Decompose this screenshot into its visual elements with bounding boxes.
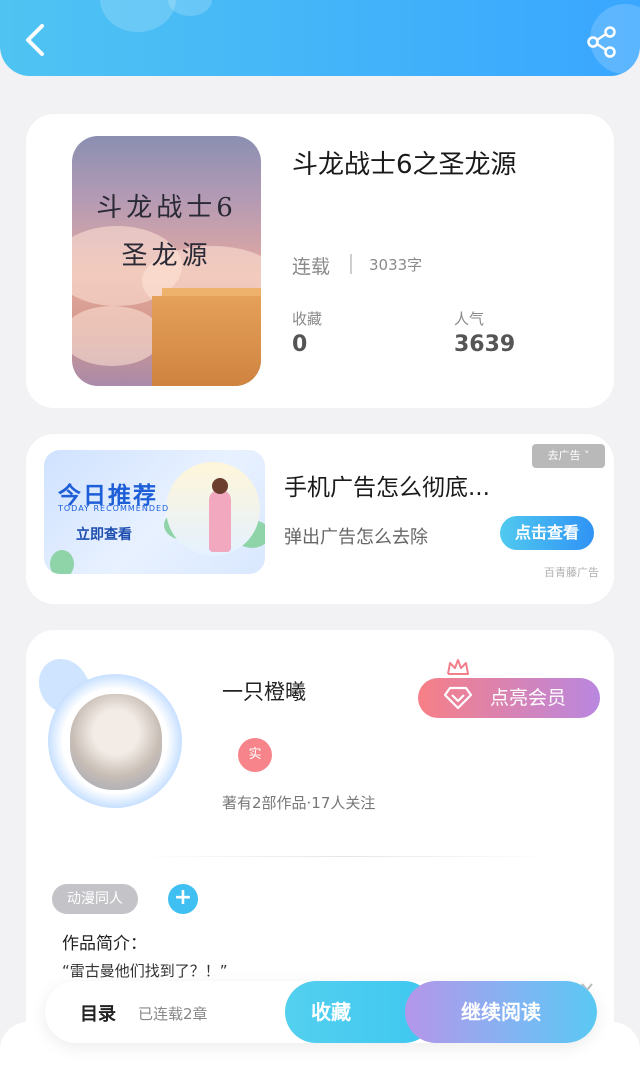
cover-building [152,296,261,386]
ad-leaf [50,550,74,574]
remove-ad-button[interactable]: 去广告 ˅ [532,444,605,468]
favorites-value: 0 [292,332,308,357]
share-icon[interactable] [586,26,618,58]
vip-button-label: 点亮会员 [490,687,567,709]
divider [350,254,352,274]
ad-image[interactable]: 今日推荐 TODAY RECOMMENDED 立即查看 [44,450,265,574]
cover-title-line: 斗龙战士6 [96,193,237,223]
top-bar [0,0,640,76]
ad-image-cta: 立即查看 [76,527,132,543]
divider [136,856,556,857]
avatar[interactable] [29,649,190,810]
diamond-icon [444,686,472,710]
avatar-image [70,694,162,790]
crown-icon [447,659,469,675]
bottom-action-bar: 目录 已连载2章 收藏 继续阅读 [45,981,597,1043]
ad-card[interactable]: 今日推荐 TODAY RECOMMENDED 立即查看 手机广告怎么彻底... … [26,434,614,604]
serial-status: 连载 [292,256,331,278]
author-name[interactable]: 一只橙曦 [222,676,306,706]
verified-badge: 实 [238,738,272,772]
popularity-label: 人气 [454,310,485,328]
category-tag[interactable]: 动漫同人 [52,884,138,914]
ad-title[interactable]: 手机广告怎么彻底... [284,468,490,502]
intro-text: “雷古曼他们找到了？！” [62,962,228,980]
decor-bubble [100,0,176,32]
ad-illustration-figure [209,490,231,552]
word-count: 3033字 [369,256,423,274]
book-info-card: 斗龙战士6 圣龙源 斗龙战士6之圣龙源 连载 3033字 收藏 0 人气 363… [26,114,614,408]
ad-description: 弹出广告怎么去除 [284,527,428,548]
add-tag-button[interactable]: + [168,884,198,914]
author-works-info: 著有2部作品·17人关注 [222,794,376,812]
favorites-label: 收藏 [292,310,323,328]
cover-title: 斗龙战士6 圣龙源 [72,184,261,280]
ad-image-subline: TODAY RECOMMENDED [58,504,170,513]
continue-reading-button[interactable]: 继续阅读 [405,981,597,1043]
chapter-count: 已连载2章 [138,1005,208,1023]
cover-title-line: 圣龙源 [121,241,212,271]
book-title: 斗龙战士6之圣龙源 [292,150,517,180]
popularity-value: 3639 [454,332,516,357]
ad-view-button[interactable]: 点击查看 [500,516,594,550]
book-cover[interactable]: 斗龙战士6 圣龙源 [72,136,261,386]
ad-illustration-head [212,478,228,494]
toc-button[interactable]: 目录 [80,1000,116,1026]
decor-bubble [168,0,212,16]
ad-source: 百青藤广告 [544,566,599,579]
chevron-left-icon[interactable] [20,22,52,58]
vip-button[interactable]: 点亮会员 [418,678,600,718]
cover-cloud [72,306,162,366]
intro-label: 作品简介： [62,934,147,954]
